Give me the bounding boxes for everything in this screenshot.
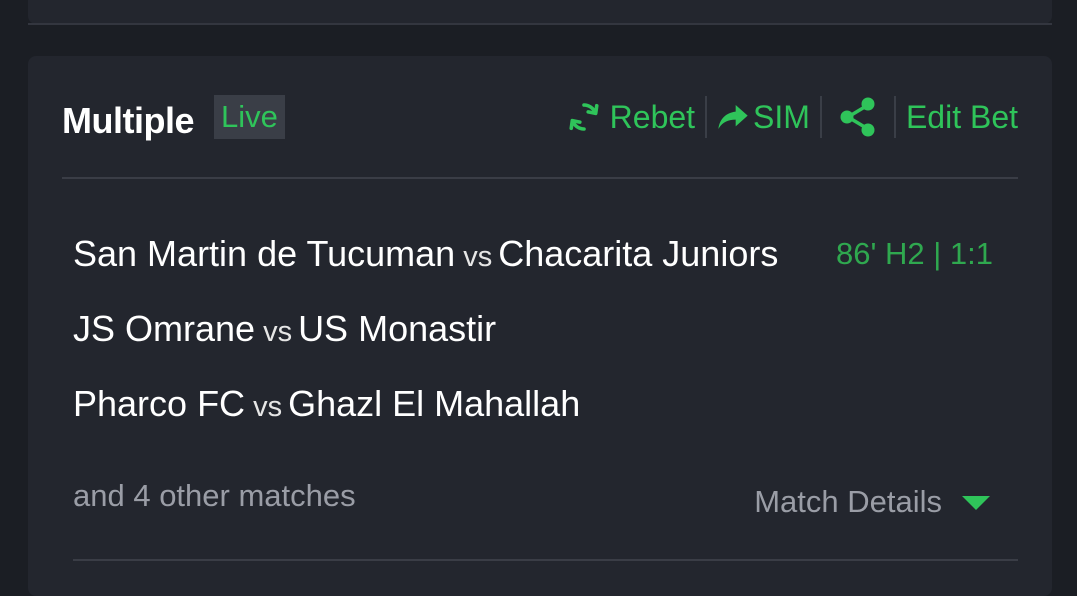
vs-label: vs xyxy=(253,391,283,423)
bet-header: Multiple Live Rebet SIM Edit Bet xyxy=(62,94,1018,144)
other-matches-count: and 4 other matches xyxy=(73,478,356,513)
home-team: San Martin de Tucuman xyxy=(73,233,456,274)
rebet-label: Rebet xyxy=(609,98,696,135)
live-badge: Live xyxy=(214,95,285,139)
home-team: Pharco FC xyxy=(73,383,246,424)
share-icon xyxy=(838,96,878,138)
match-row[interactable]: Pharco FC vs Ghazl El Mahallah xyxy=(73,383,580,425)
vs-label: vs xyxy=(263,316,293,348)
match-live-status: 86' H2 | 1:1 xyxy=(836,236,994,271)
away-team: US Monastir xyxy=(298,308,497,349)
footer-divider xyxy=(73,559,1018,561)
bet-actions: Rebet SIM Edit Bet xyxy=(566,94,1018,140)
home-team: JS Omrane xyxy=(73,308,256,349)
share-button[interactable] xyxy=(832,96,884,138)
refresh-icon xyxy=(566,99,602,135)
sim-label: SIM xyxy=(753,98,810,135)
action-separator xyxy=(893,96,896,138)
share-arrow-icon xyxy=(717,102,749,132)
previous-card-divider xyxy=(28,23,1052,25)
match-row[interactable]: San Martin de Tucuman vs Chacarita Juniors xyxy=(73,233,778,275)
edit-bet-label: Edit Bet xyxy=(905,98,1018,135)
away-team: Ghazl El Mahallah xyxy=(288,383,581,424)
action-separator xyxy=(819,96,822,138)
caret-down-icon xyxy=(962,496,990,510)
action-separator xyxy=(705,96,708,138)
match-details-label: Match Details xyxy=(754,484,942,519)
bet-type-title: Multiple xyxy=(62,100,194,141)
match-row[interactable]: JS Omrane vs US Monastir xyxy=(73,308,496,350)
vs-label: vs xyxy=(463,241,493,273)
match-details-toggle[interactable]: Match Details xyxy=(754,484,990,520)
edit-bet-button[interactable]: Edit Bet xyxy=(906,99,1018,136)
header-divider xyxy=(62,177,1018,179)
rebet-button[interactable]: Rebet xyxy=(566,99,695,136)
sim-button[interactable]: SIM xyxy=(717,99,810,136)
away-team: Chacarita Juniors xyxy=(498,233,779,274)
previous-bet-card xyxy=(28,0,1052,24)
bet-card: Multiple Live Rebet SIM Edit Bet San Mar… xyxy=(28,56,1052,596)
